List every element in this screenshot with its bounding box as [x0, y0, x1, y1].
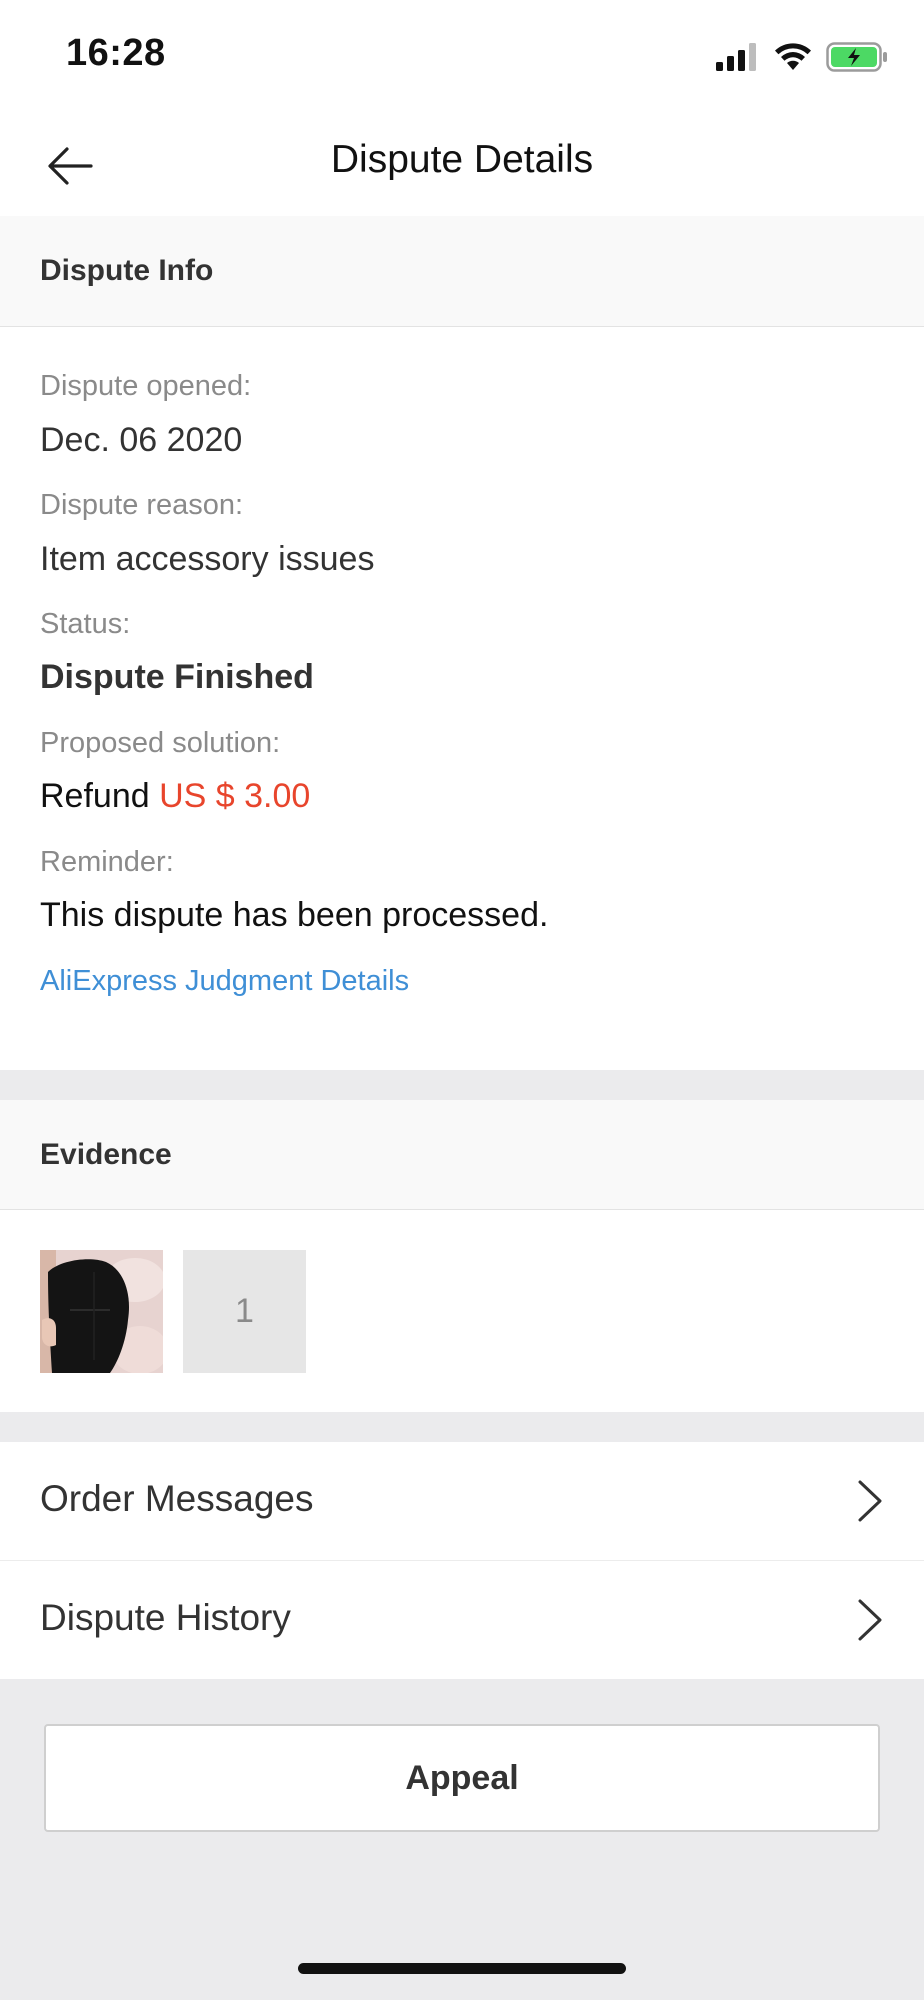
wifi-icon — [775, 43, 811, 70]
page-title: Dispute Details — [330, 138, 594, 181]
dispute-history-row[interactable]: Dispute History — [0, 1561, 924, 1679]
evidence-title: Evidence — [40, 1138, 172, 1171]
chevron-right-icon — [858, 1480, 882, 1522]
refund-amount: US $ 3.00 — [159, 777, 311, 815]
aliexpress-judgment-details-link[interactable]: AliExpress Judgment Details — [40, 965, 409, 998]
evidence-photo-image — [40, 1250, 163, 1373]
dispute-opened-value: Dec. 06 2020 — [40, 421, 243, 459]
dispute-info-header: Dispute Info — [0, 216, 924, 327]
evidence-count-tile[interactable]: 1 — [183, 1250, 306, 1373]
navigation-bar: Dispute Details — [0, 112, 924, 216]
cellular-signal-icon — [716, 43, 756, 71]
evidence-header: Evidence — [0, 1100, 924, 1210]
dispute-reason-label: Dispute reason: — [40, 489, 244, 521]
status-value: Dispute Finished — [40, 658, 314, 696]
battery-charging-icon — [826, 42, 887, 72]
dispute-opened-label: Dispute opened: — [40, 370, 252, 402]
status-icons — [716, 40, 888, 74]
home-indicator — [298, 1963, 626, 1974]
status-bar: 16:28 — [0, 0, 924, 112]
proposed-solution-value: Refund US $ 3.00 — [40, 777, 310, 816]
chevron-right-icon — [858, 1599, 882, 1641]
dispute-details-screen: 16:28 Dispute Details Dispute Info Dispu… — [0, 0, 924, 2000]
status-label: Status: — [40, 608, 131, 640]
refund-text: Refund — [40, 777, 150, 815]
order-messages-label: Order Messages — [40, 1478, 314, 1519]
dispute-info-title: Dispute Info — [40, 254, 214, 287]
status-time: 16:28 — [66, 32, 166, 74]
reminder-label: Reminder: — [40, 846, 174, 878]
appeal-button[interactable]: Appeal — [44, 1724, 880, 1832]
dispute-reason-value: Item accessory issues — [40, 540, 375, 578]
proposed-solution-label: Proposed solution: — [40, 727, 281, 759]
reminder-value: This dispute has been processed. — [40, 896, 549, 934]
dispute-history-label: Dispute History — [40, 1597, 291, 1638]
order-messages-row[interactable]: Order Messages — [0, 1442, 924, 1560]
evidence-photo-thumbnail[interactable] — [40, 1250, 163, 1373]
